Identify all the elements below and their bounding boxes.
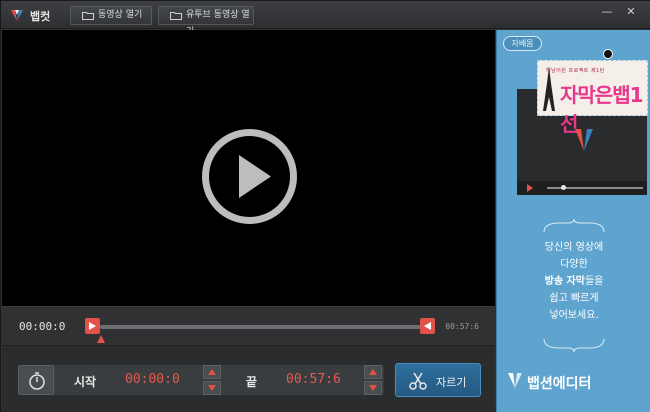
- play-icon: [527, 184, 533, 192]
- brand-logo-icon: [508, 373, 522, 388]
- start-time[interactable]: 00:00:0: [125, 372, 180, 387]
- top-brace-icon: [543, 219, 605, 233]
- ad-line-3-rest: 들을: [584, 276, 604, 287]
- end-time-value[interactable]: 00:57:6: [286, 372, 341, 387]
- end-label: 끝: [246, 375, 258, 389]
- video-preview[interactable]: [2, 30, 495, 306]
- folder-icon: [170, 12, 182, 20]
- timer-button[interactable]: [18, 365, 54, 395]
- decrement-button[interactable]: [203, 381, 221, 395]
- timeline: 00:00:0 00:57:6: [2, 306, 495, 344]
- open-video-button[interactable]: 동영상 열기: [70, 6, 152, 25]
- cut-button[interactable]: 자르기: [395, 363, 481, 397]
- subtitle-big-text: 자막은뱁1선: [560, 83, 644, 136]
- timeline-track[interactable]: [100, 325, 422, 329]
- current-time: 00:00:0: [19, 320, 66, 333]
- ad-copy: 당신의 영상에 다양한 방송 자막들을 쉽고 빠르게 넣어보세요.: [497, 239, 650, 324]
- down-arrow-icon: [369, 385, 377, 391]
- minimize-button[interactable]: —: [600, 5, 614, 19]
- play-icon[interactable]: [201, 128, 298, 225]
- ad-line-4: 쉽고 빠르게: [549, 293, 599, 304]
- stopwatch-icon: [29, 372, 45, 390]
- increment-button[interactable]: [364, 365, 382, 379]
- increment-button[interactable]: [203, 365, 221, 379]
- app-title: 뱁컷: [30, 10, 51, 23]
- ad-line-3: 방송 자막들을: [497, 273, 650, 290]
- decrement-button[interactable]: [364, 381, 382, 395]
- subtitle-pill: 자배몸: [503, 36, 542, 51]
- cut-controls: 시작 00:00:0 끝 00:57:6 자르기: [2, 345, 495, 412]
- cut-label: 자르기: [436, 376, 467, 389]
- ad-line-2: 다양한: [560, 259, 588, 270]
- open-video-label: 동영상 열기: [98, 10, 143, 20]
- subtitle-sample-image: 해남어원 프로젝트 제1탄 자막은뱁1선: [537, 60, 648, 136]
- rotate-handle-icon[interactable]: [603, 49, 613, 59]
- start-time-stepper[interactable]: [203, 365, 221, 395]
- left-arrow-icon: [424, 322, 431, 330]
- brand-name: 뱁션에디터: [527, 376, 592, 392]
- down-arrow-icon: [208, 385, 216, 391]
- close-button[interactable]: ✕: [624, 5, 638, 19]
- subtitle-small-text: 해남어원 프로젝트 제1탄: [546, 68, 605, 74]
- ad-line-5: 넣어보세요.: [549, 310, 599, 321]
- ad-line-1: 당신의 영상에: [544, 242, 604, 253]
- up-arrow-icon: [208, 369, 216, 375]
- ad-seek-thumb: [561, 185, 566, 190]
- end-time: 00:57:6: [445, 322, 479, 331]
- scissors-icon: [409, 372, 427, 390]
- ad-panel[interactable]: 자배몸 해남어원 프로젝트 제1탄 자막은뱁1선 당신의 영상에 다양한 방송 …: [496, 30, 650, 412]
- playhead-marker[interactable]: [97, 335, 105, 343]
- folder-icon: [82, 12, 94, 20]
- end-time-stepper[interactable]: [364, 365, 382, 395]
- end-handle[interactable]: [420, 318, 435, 334]
- start-label: 시작: [74, 375, 97, 389]
- ad-player-bar: [517, 181, 647, 195]
- start-handle[interactable]: [85, 318, 100, 334]
- ad-line-3-bold: 방송 자막: [544, 276, 585, 287]
- up-arrow-icon: [369, 369, 377, 375]
- bottom-brace-icon: [543, 338, 605, 352]
- open-youtube-button[interactable]: 유투브 동영상 열기: [158, 6, 254, 37]
- title-bar: 뱁컷 동영상 열기 유투브 동영상 열기 — ✕: [1, 1, 650, 37]
- right-arrow-icon: [89, 322, 96, 330]
- app-logo-icon: [11, 10, 23, 21]
- app-window: 뱁컷 동영상 열기 유투브 동영상 열기 — ✕ 00:00:0: [0, 0, 650, 412]
